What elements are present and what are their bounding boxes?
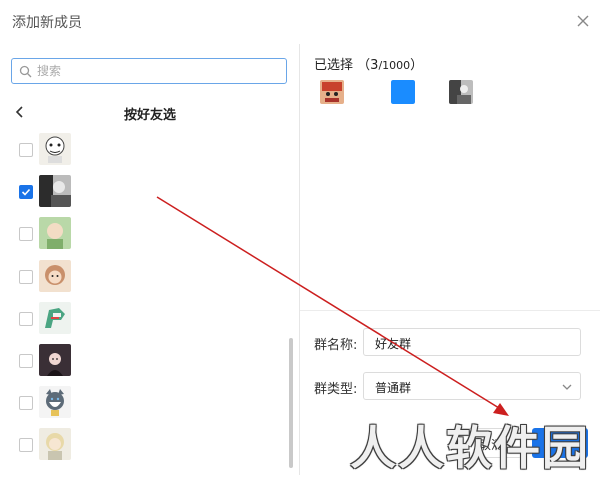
annotation-arrow (156, 196, 509, 416)
add-member-dialog: 添加新成员 按好友选 已选择 （3/1000） (0, 0, 600, 475)
